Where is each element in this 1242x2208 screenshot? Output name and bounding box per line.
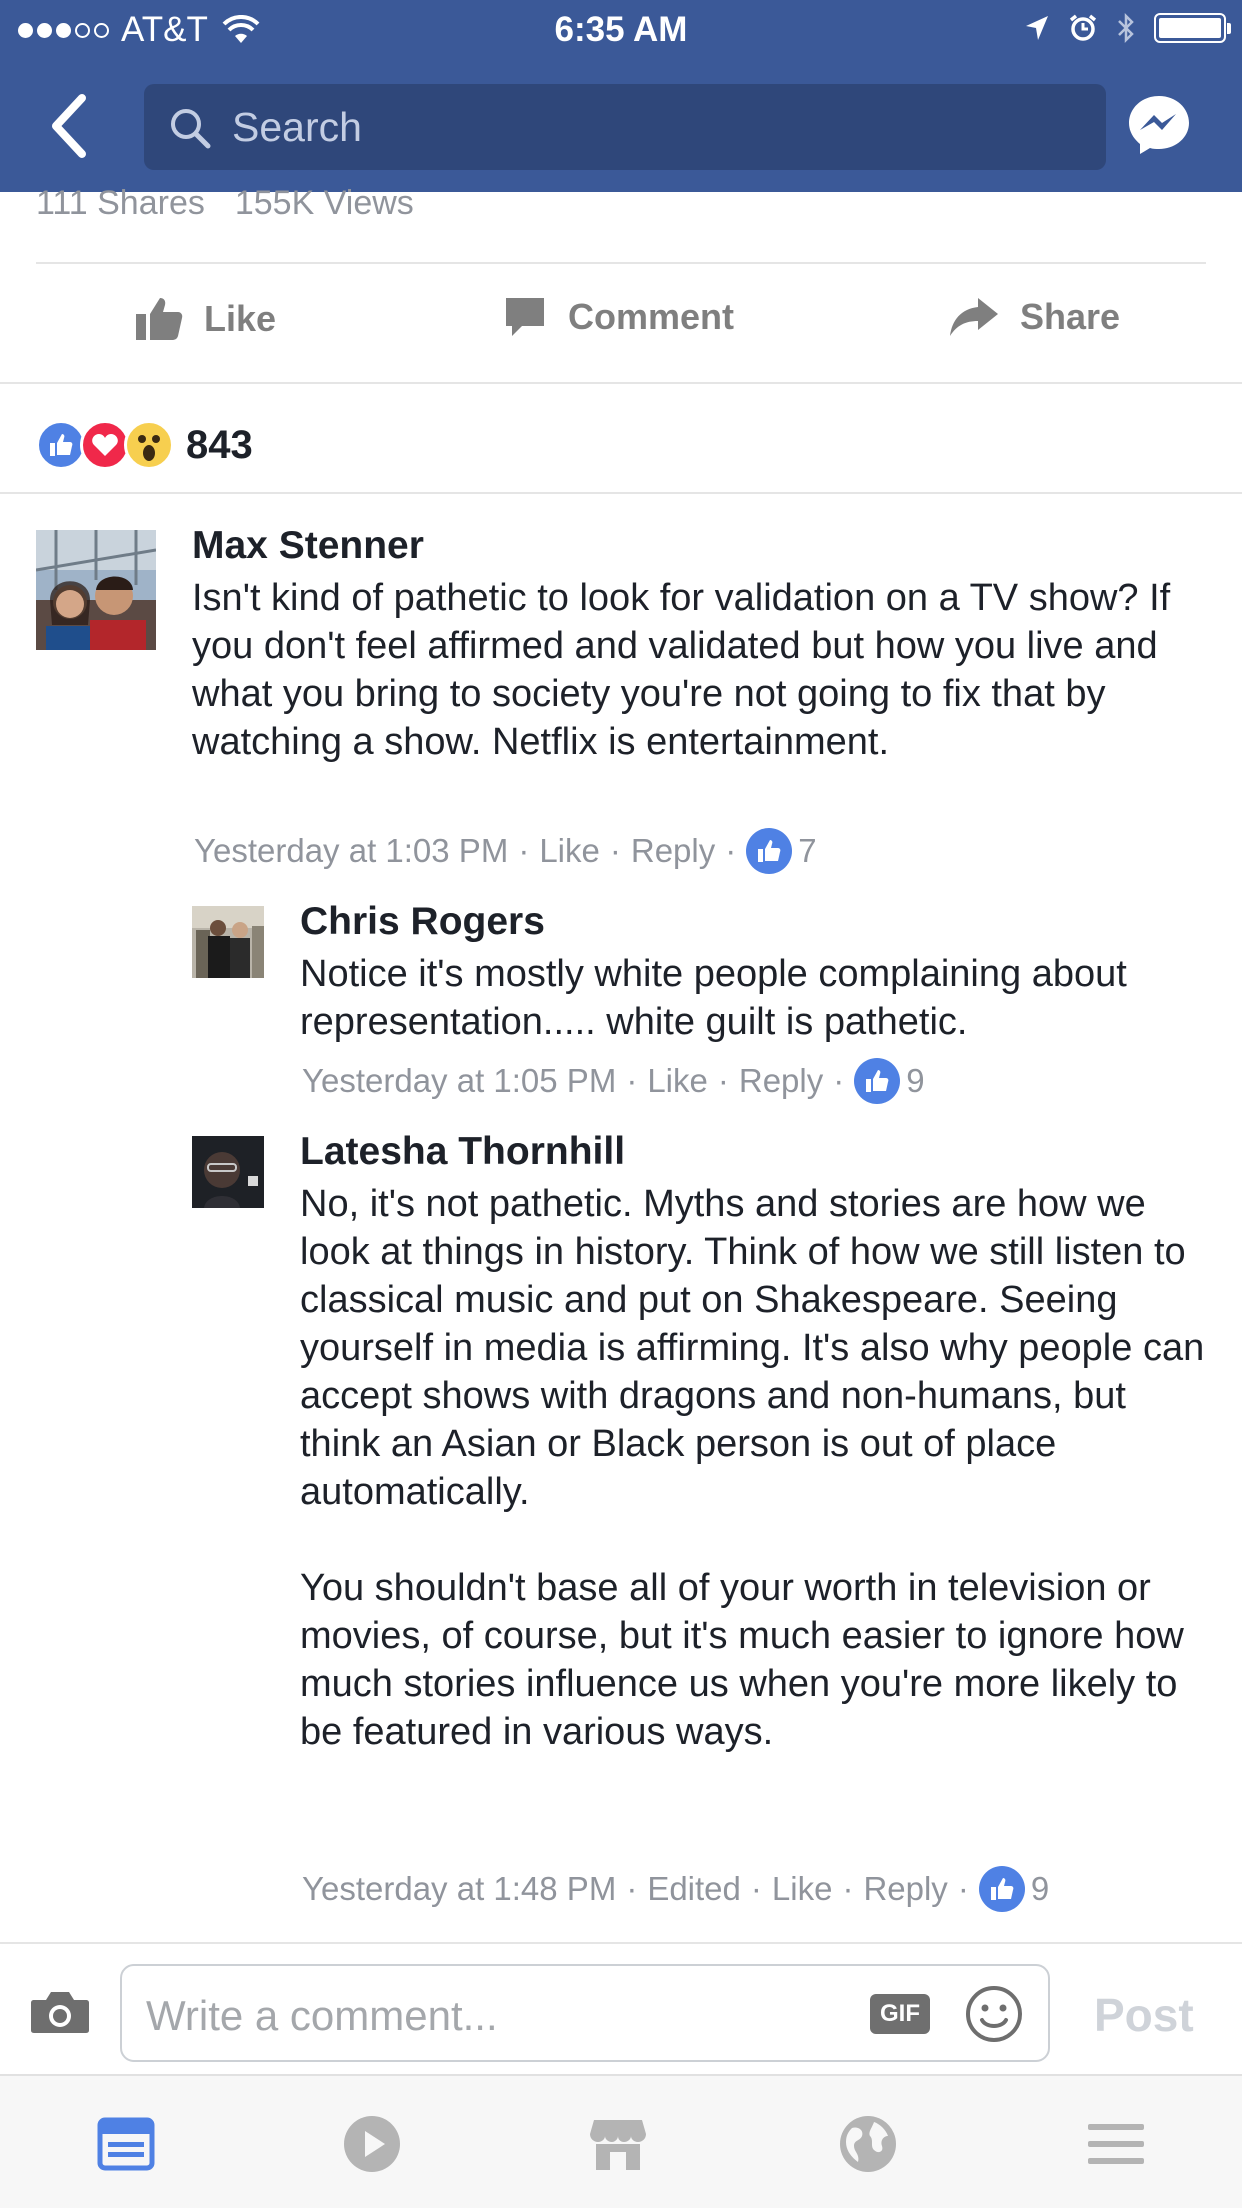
comment-like-count: 9 [906,1062,925,1099]
views-count: 155K Views [234,184,414,222]
meta-separator: · [518,832,530,869]
divider [0,492,1242,494]
avatar[interactable] [192,1136,264,1208]
meta-separator: · [842,1870,854,1907]
reactions-count: 843 [186,422,253,467]
bottom-tab-bar [0,2074,1242,2208]
like-button[interactable]: Like [134,294,276,344]
comment-like-count-icon[interactable] [978,1866,1025,1912]
comment-like-count-icon[interactable] [746,828,793,874]
divider [0,382,1242,384]
wow-reaction-icon [124,420,174,470]
meta-separator: · [833,1062,845,1099]
comment-timestamp[interactable]: Yesterday at 1:05 PM [302,1062,616,1100]
post-actions: Like Comment Share [0,268,1242,380]
comment-meta: Yesterday at 1:48 PM · Edited · Like · R… [302,1866,1049,1912]
battery-icon [1154,13,1231,43]
camera-icon[interactable] [30,1988,90,2034]
comment-author[interactable]: Latesha Thornhill [300,1130,625,1174]
marketplace-icon[interactable] [588,2114,648,2174]
comment-like-link[interactable]: Like [772,1870,833,1908]
status-bar: AT&T 6:35 AM [0,0,1242,60]
avatar[interactable] [36,530,156,650]
notifications-globe-icon[interactable] [838,2114,898,2174]
meta-separator: · [725,832,737,869]
comment-edited-label[interactable]: Edited [647,1870,741,1908]
comment-like-count: 9 [1030,1870,1050,1907]
bluetooth-icon [1118,12,1134,44]
post-stats: 111 Shares 155K Views [36,184,414,223]
comment-text: Isn't kind of pathetic to look for valid… [192,577,1181,763]
meta-separator: · [626,1062,638,1099]
comment-meta: Yesterday at 1:03 PM · Like · Reply · 7 [194,828,817,874]
comment-button[interactable]: Comment [502,294,734,340]
comment-button-label: Comment [568,296,735,337]
comment-bubble-icon [506,298,544,336]
meta-separator: · [957,1870,969,1907]
avatar[interactable] [192,906,264,978]
menu-icon[interactable] [1086,2114,1146,2174]
status-right [1024,12,1231,44]
divider [36,262,1206,264]
comment-like-count-icon[interactable] [854,1058,901,1104]
comment-timestamp[interactable]: Yesterday at 1:03 PM [194,832,508,870]
comment-reply-link[interactable]: Reply [631,832,715,870]
gif-button[interactable]: GIF [870,1994,930,2034]
post-button[interactable]: Post [1094,1988,1194,2042]
search-icon [171,109,211,149]
comment-like-count: 7 [798,832,817,869]
thumbs-up-icon [136,298,183,340]
share-button[interactable]: Share [948,294,1120,340]
alarm-icon [1069,14,1097,41]
like-reaction-icon [36,420,86,470]
search-placeholder: Search [232,104,362,150]
comment-like-link[interactable]: Like [539,832,600,870]
comment-reply-link[interactable]: Reply [863,1870,947,1908]
news-feed-icon[interactable] [96,2114,156,2174]
comment-meta: Yesterday at 1:05 PM · Like · Reply · 9 [302,1058,925,1104]
comment-input-placeholder: Write a comment... [146,1992,498,2039]
share-button-label: Share [1020,296,1121,337]
reactions-summary[interactable]: 843 [36,420,253,470]
comment-reply-link[interactable]: Reply [739,1062,823,1100]
top-navigation-bar: AT&T 6:35 AM Search [0,0,1242,192]
like-button-label: Like [204,298,277,339]
search-input[interactable]: Search [144,84,1106,170]
video-icon[interactable] [342,2114,402,2174]
comment-author[interactable]: Chris Rogers [300,900,545,944]
comment-timestamp[interactable]: Yesterday at 1:48 PM [302,1870,616,1908]
share-arrow-icon [950,298,998,336]
comment-composer: Write a comment... GIF Post [0,1942,1242,2074]
comment-author[interactable]: Max Stenner [192,524,424,568]
comment-input[interactable]: Write a comment... GIF [120,1964,1050,2062]
meta-separator: · [609,832,621,869]
comment-text: No, it's not pathetic. Myths and stories… [300,1183,1205,1753]
love-reaction-icon [80,420,130,470]
back-chevron-icon[interactable] [44,90,96,162]
shares-count[interactable]: 111 Shares [36,184,205,222]
messenger-icon[interactable] [1126,92,1192,158]
meta-separator: · [626,1870,638,1907]
location-arrow-icon [1026,16,1048,40]
comment-text: Notice it's mostly white people complain… [300,953,1138,1043]
meta-separator: · [717,1062,729,1099]
meta-separator: · [750,1870,762,1907]
emoji-smiley-icon[interactable] [964,1984,1024,2044]
comment-like-link[interactable]: Like [647,1062,708,1100]
